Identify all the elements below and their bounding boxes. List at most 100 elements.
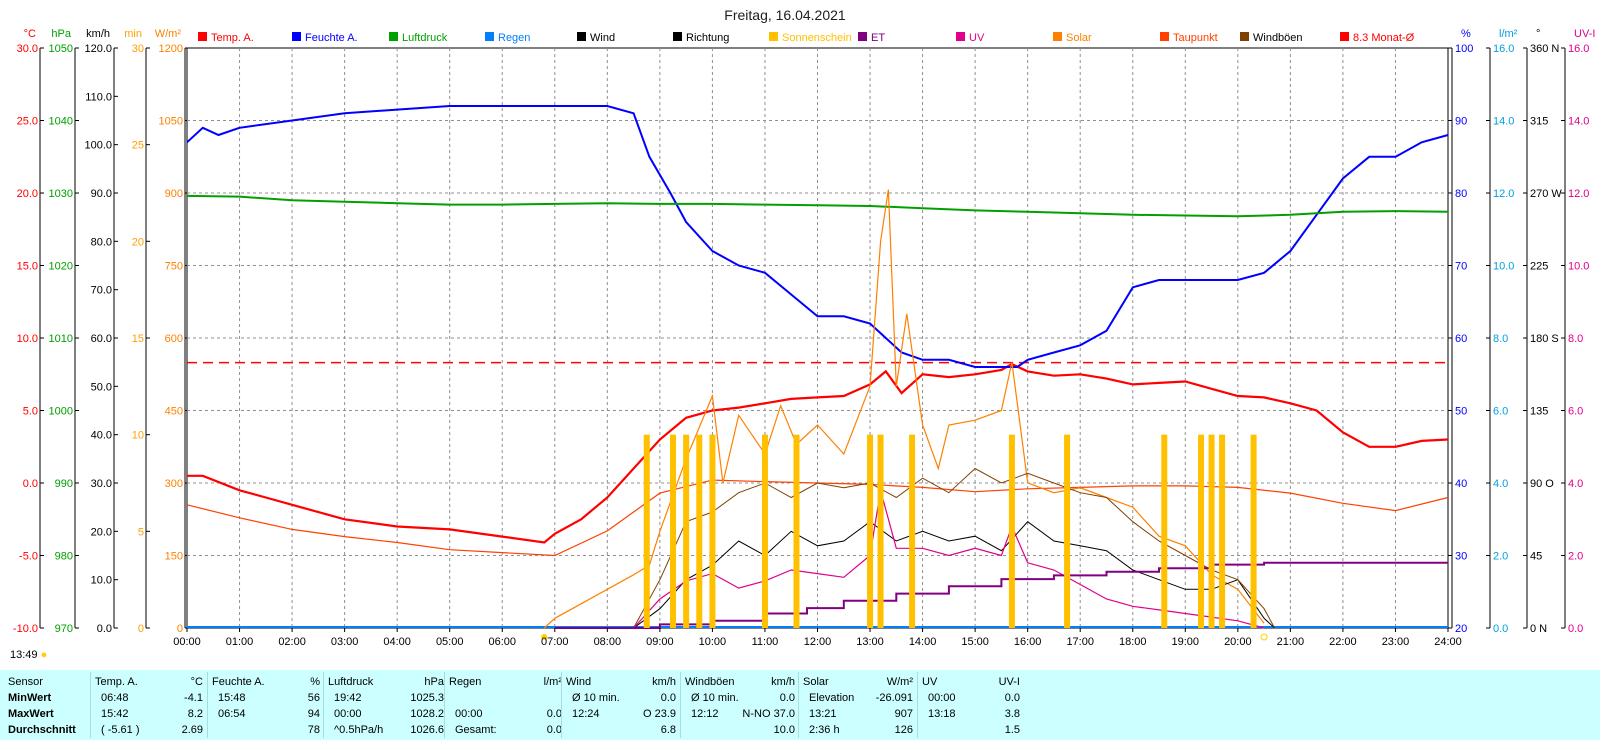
axis-unit: l/m²	[1499, 28, 1518, 40]
sunshine-bar	[709, 434, 716, 628]
stat-value: 0.0	[779, 692, 795, 704]
stat-divider	[798, 672, 799, 738]
axis-tick-label: 8.0	[1568, 333, 1583, 345]
axis-tick-label: 0.0	[23, 478, 38, 490]
axis-tick-label: 12.0	[1493, 188, 1514, 200]
axis-tick-label: 80	[1455, 188, 1467, 200]
axis-tick-label: 0	[138, 623, 144, 635]
row-min: MinWert	[8, 692, 52, 704]
legend: Temp. A. Feuchte A. Luftdruck Regen Wind Rich…	[198, 32, 1415, 44]
x-tick-label: 05:00	[436, 636, 464, 648]
legend-swatch	[858, 32, 867, 41]
series-solar	[543, 189, 1265, 629]
x-tick-label: 18:00	[1119, 636, 1147, 648]
axis-unit: W/m²	[155, 28, 182, 40]
x-tick-label: 22:00	[1329, 636, 1357, 648]
x-tick-label: 01:00	[226, 636, 254, 648]
sunshine-bar	[683, 434, 690, 628]
axis-tick-label: 1050	[159, 116, 183, 128]
axis-tick-label: 120.0	[84, 43, 112, 55]
stat-value: 1026.6	[410, 724, 444, 736]
axis-tick-label: 40	[1455, 478, 1467, 490]
x-tick-label: 15:00	[961, 636, 989, 648]
axis-tick-label: 50.0	[91, 381, 112, 393]
x-tick-label: 16:00	[1014, 636, 1042, 648]
stat-divider	[444, 672, 445, 738]
axis-tick-label: 1200	[159, 43, 183, 55]
axis-tick-label: 25.0	[17, 116, 38, 128]
legend-swatch	[673, 32, 682, 41]
axis-tick-label: 1040	[49, 116, 73, 128]
stat-value: N-NO 37.0	[742, 708, 795, 720]
stat-header: Temp. A.	[95, 676, 138, 688]
axis-tick-label: 90 O	[1530, 478, 1554, 490]
axis-unit: %	[1461, 28, 1471, 40]
legend-swatch	[198, 32, 207, 41]
axis-tick-label: 980	[55, 551, 73, 563]
legend-label: UV	[969, 32, 985, 44]
stat-value: 0.0	[546, 724, 562, 736]
axis-tick-label: 30.0	[17, 43, 38, 55]
stat-value: 0.0	[1004, 692, 1020, 704]
axis-tick-label: 6.0	[1568, 406, 1583, 418]
legend-swatch	[577, 32, 586, 41]
stat-label: 19:42	[334, 692, 362, 704]
axis-tick-label: 90.0	[91, 188, 112, 200]
x-tick-label: 17:00	[1066, 636, 1094, 648]
axis-unit: min	[124, 28, 142, 40]
stat-divider	[680, 672, 681, 738]
x-tick-label: 20:00	[1224, 636, 1252, 648]
stat-label: 00:00	[334, 708, 362, 720]
axis-tick-label: 30.0	[91, 478, 112, 490]
axis-tick-label: 45	[1530, 551, 1542, 563]
axis-tick-label: 990	[55, 478, 73, 490]
axis-tick-label: 10.0	[1493, 261, 1514, 273]
sunshine-bar	[867, 434, 874, 628]
stat-label: 15:48	[218, 692, 246, 704]
axis-tick-label: 150	[165, 551, 183, 563]
legend-label: Windböen	[1253, 32, 1303, 44]
axis-tick-label: 5.0	[23, 406, 38, 418]
legend-swatch	[485, 32, 494, 41]
stat-value: 94	[307, 708, 320, 720]
stat-value: 1.5	[1004, 724, 1020, 736]
axis-tick-label: 1030	[49, 188, 73, 200]
stat-value: 2.69	[181, 724, 203, 736]
x-tick-label: 12:00	[804, 636, 832, 648]
row-avg: Durchschnitt	[8, 724, 76, 736]
stat-header: Solar	[803, 676, 829, 688]
stat-divider	[323, 672, 324, 738]
axis-tick-label: 20.0	[17, 188, 38, 200]
x-tick-label: 10:00	[699, 636, 727, 648]
legend-swatch	[389, 32, 398, 41]
sunshine-bar	[761, 434, 768, 628]
axis-tick-label: 30	[132, 43, 144, 55]
x-tick-label: 13:00	[856, 636, 884, 648]
axis-tick-label: 225	[1530, 261, 1548, 273]
stat-unit: l/m²	[543, 676, 562, 688]
stat-unit: km/h	[652, 676, 676, 688]
stat-divider	[917, 672, 918, 738]
stat-value: 6.8	[660, 724, 676, 736]
axis-unit: hPa	[51, 28, 71, 40]
axis-tick-label: 2.0	[1493, 551, 1508, 563]
axis-tick-label: 110.0	[85, 91, 112, 103]
axis-tick-label: 50	[1455, 406, 1467, 418]
stat-value: 3.8	[1004, 708, 1020, 720]
x-axis: 00:00 01:00 02:00 03:00 04:00 05:00 06:00 07:00…	[173, 628, 1462, 648]
axis-tick-label: 60	[1455, 333, 1467, 345]
axis-unit: UV-I	[1574, 28, 1595, 40]
axis-tick-label: 600	[165, 333, 183, 345]
legend-label: Sonnenschein	[782, 32, 852, 44]
legend-label: Temp. A.	[211, 32, 254, 44]
axis-tick-label: 10.0	[1568, 261, 1589, 273]
stat-label: 12:24	[572, 708, 600, 720]
stat-unit: UV-I	[998, 676, 1020, 688]
axis-tick-label: 270 W	[1530, 188, 1562, 200]
row-max: MaxWert	[8, 708, 54, 720]
stat-label: ( -5.61 )	[101, 724, 140, 736]
stat-unit: hPa	[424, 676, 444, 688]
axis-tick-label: 14.0	[1493, 116, 1514, 128]
axis-tick-label: 2.0	[1568, 551, 1583, 563]
stat-value: O 23.9	[642, 708, 676, 720]
